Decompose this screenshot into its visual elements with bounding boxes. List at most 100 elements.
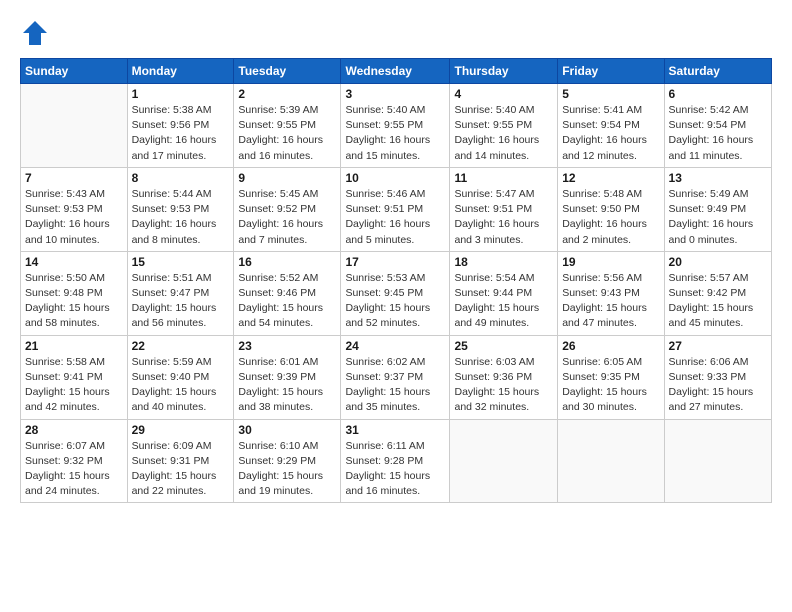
day-number: 6 <box>669 87 767 101</box>
day-number: 23 <box>238 339 336 353</box>
day-number: 1 <box>132 87 230 101</box>
calendar-cell: 30 Sunrise: 6:10 AM Sunset: 9:29 PM Dayli… <box>234 419 341 503</box>
day-info: Sunrise: 6:02 AM Sunset: 9:37 PM Dayligh… <box>345 355 445 416</box>
week-row-5: 28 Sunrise: 6:07 AM Sunset: 9:32 PM Dayli… <box>21 419 772 503</box>
week-row-3: 14Sunrise: 5:50 AM Sunset: 9:48 PM Dayli… <box>21 251 772 335</box>
day-number: 2 <box>238 87 336 101</box>
day-number: 18 <box>454 255 553 269</box>
day-number: 8 <box>132 171 230 185</box>
calendar-cell: 28 Sunrise: 6:07 AM Sunset: 9:32 PM Dayli… <box>21 419 128 503</box>
calendar-cell: 5 Sunrise: 5:41 AM Sunset: 9:54 PM Daylig… <box>558 84 664 168</box>
day-info: Sunrise: 5:44 AM Sunset: 9:53 PM Dayligh… <box>132 187 230 248</box>
weekday-header-thursday: Thursday <box>450 59 558 84</box>
day-number: 26 <box>562 339 659 353</box>
calendar-cell: 27Sunrise: 6:06 AM Sunset: 9:33 PM Dayli… <box>664 335 771 419</box>
calendar-cell: 3 Sunrise: 5:40 AM Sunset: 9:55 PM Daylig… <box>341 84 450 168</box>
calendar-cell <box>450 419 558 503</box>
calendar-cell: 9 Sunrise: 5:45 AM Sunset: 9:52 PM Daylig… <box>234 167 341 251</box>
day-number: 25 <box>454 339 553 353</box>
day-info: Sunrise: 5:43 AM Sunset: 9:53 PM Dayligh… <box>25 187 123 248</box>
day-number: 5 <box>562 87 659 101</box>
day-number: 9 <box>238 171 336 185</box>
day-info: Sunrise: 5:38 AM Sunset: 9:56 PM Dayligh… <box>132 103 230 164</box>
day-info: Sunrise: 5:41 AM Sunset: 9:54 PM Dayligh… <box>562 103 659 164</box>
day-info: Sunrise: 5:47 AM Sunset: 9:51 PM Dayligh… <box>454 187 553 248</box>
calendar-cell: 21Sunrise: 5:58 AM Sunset: 9:41 PM Dayli… <box>21 335 128 419</box>
day-number: 20 <box>669 255 767 269</box>
calendar-cell: 16 Sunrise: 5:52 AM Sunset: 9:46 PM Dayli… <box>234 251 341 335</box>
day-number: 11 <box>454 171 553 185</box>
day-info: Sunrise: 5:50 AM Sunset: 9:48 PM Dayligh… <box>25 271 123 332</box>
calendar-cell: 19 Sunrise: 5:56 AM Sunset: 9:43 PM Dayli… <box>558 251 664 335</box>
day-info: Sunrise: 5:45 AM Sunset: 9:52 PM Dayligh… <box>238 187 336 248</box>
day-number: 28 <box>25 423 123 437</box>
week-row-1: 1 Sunrise: 5:38 AM Sunset: 9:56 PM Daylig… <box>21 84 772 168</box>
logo-icon <box>20 18 50 48</box>
day-number: 15 <box>132 255 230 269</box>
day-number: 12 <box>562 171 659 185</box>
day-info: Sunrise: 5:53 AM Sunset: 9:45 PM Dayligh… <box>345 271 445 332</box>
calendar-cell: 23Sunrise: 6:01 AM Sunset: 9:39 PM Dayli… <box>234 335 341 419</box>
day-number: 16 <box>238 255 336 269</box>
day-info: Sunrise: 6:03 AM Sunset: 9:36 PM Dayligh… <box>454 355 553 416</box>
calendar-cell: 17 Sunrise: 5:53 AM Sunset: 9:45 PM Dayli… <box>341 251 450 335</box>
day-number: 17 <box>345 255 445 269</box>
calendar-cell: 20 Sunrise: 5:57 AM Sunset: 9:42 PM Dayli… <box>664 251 771 335</box>
day-number: 4 <box>454 87 553 101</box>
day-info: Sunrise: 5:48 AM Sunset: 9:50 PM Dayligh… <box>562 187 659 248</box>
day-info: Sunrise: 5:49 AM Sunset: 9:49 PM Dayligh… <box>669 187 767 248</box>
calendar-cell: 8 Sunrise: 5:44 AM Sunset: 9:53 PM Daylig… <box>127 167 234 251</box>
day-number: 7 <box>25 171 123 185</box>
page: SundayMondayTuesdayWednesdayThursdayFrid… <box>0 0 792 612</box>
day-info: Sunrise: 5:56 AM Sunset: 9:43 PM Dayligh… <box>562 271 659 332</box>
day-info: Sunrise: 5:40 AM Sunset: 9:55 PM Dayligh… <box>345 103 445 164</box>
day-number: 19 <box>562 255 659 269</box>
day-info: Sunrise: 5:42 AM Sunset: 9:54 PM Dayligh… <box>669 103 767 164</box>
calendar-cell: 29Sunrise: 6:09 AM Sunset: 9:31 PM Dayli… <box>127 419 234 503</box>
calendar-cell: 2 Sunrise: 5:39 AM Sunset: 9:55 PM Daylig… <box>234 84 341 168</box>
logo <box>20 18 56 48</box>
calendar-cell <box>21 84 128 168</box>
calendar-cell: 26 Sunrise: 6:05 AM Sunset: 9:35 PM Dayli… <box>558 335 664 419</box>
day-info: Sunrise: 5:39 AM Sunset: 9:55 PM Dayligh… <box>238 103 336 164</box>
calendar-cell: 4 Sunrise: 5:40 AM Sunset: 9:55 PM Daylig… <box>450 84 558 168</box>
day-info: Sunrise: 6:07 AM Sunset: 9:32 PM Dayligh… <box>25 439 123 500</box>
day-number: 27 <box>669 339 767 353</box>
calendar-cell: 15Sunrise: 5:51 AM Sunset: 9:47 PM Dayli… <box>127 251 234 335</box>
week-row-2: 7 Sunrise: 5:43 AM Sunset: 9:53 PM Daylig… <box>21 167 772 251</box>
day-info: Sunrise: 6:05 AM Sunset: 9:35 PM Dayligh… <box>562 355 659 416</box>
weekday-header-friday: Friday <box>558 59 664 84</box>
weekday-header-sunday: Sunday <box>21 59 128 84</box>
day-info: Sunrise: 5:57 AM Sunset: 9:42 PM Dayligh… <box>669 271 767 332</box>
calendar-cell: 13 Sunrise: 5:49 AM Sunset: 9:49 PM Dayli… <box>664 167 771 251</box>
day-number: 22 <box>132 339 230 353</box>
day-number: 13 <box>669 171 767 185</box>
calendar-cell: 14Sunrise: 5:50 AM Sunset: 9:48 PM Dayli… <box>21 251 128 335</box>
calendar-cell: 24Sunrise: 6:02 AM Sunset: 9:37 PM Dayli… <box>341 335 450 419</box>
calendar-cell: 11 Sunrise: 5:47 AM Sunset: 9:51 PM Dayli… <box>450 167 558 251</box>
day-info: Sunrise: 6:11 AM Sunset: 9:28 PM Dayligh… <box>345 439 445 500</box>
day-info: Sunrise: 5:58 AM Sunset: 9:41 PM Dayligh… <box>25 355 123 416</box>
day-info: Sunrise: 6:10 AM Sunset: 9:29 PM Dayligh… <box>238 439 336 500</box>
weekday-header-row: SundayMondayTuesdayWednesdayThursdayFrid… <box>21 59 772 84</box>
calendar-cell: 12 Sunrise: 5:48 AM Sunset: 9:50 PM Dayli… <box>558 167 664 251</box>
day-number: 30 <box>238 423 336 437</box>
calendar-cell <box>558 419 664 503</box>
day-number: 3 <box>345 87 445 101</box>
calendar: SundayMondayTuesdayWednesdayThursdayFrid… <box>20 58 772 503</box>
day-number: 31 <box>345 423 445 437</box>
weekday-header-monday: Monday <box>127 59 234 84</box>
day-info: Sunrise: 5:52 AM Sunset: 9:46 PM Dayligh… <box>238 271 336 332</box>
day-info: Sunrise: 5:54 AM Sunset: 9:44 PM Dayligh… <box>454 271 553 332</box>
calendar-cell: 10 Sunrise: 5:46 AM Sunset: 9:51 PM Dayli… <box>341 167 450 251</box>
day-info: Sunrise: 5:40 AM Sunset: 9:55 PM Dayligh… <box>454 103 553 164</box>
day-number: 29 <box>132 423 230 437</box>
day-number: 10 <box>345 171 445 185</box>
calendar-cell: 18 Sunrise: 5:54 AM Sunset: 9:44 PM Dayli… <box>450 251 558 335</box>
calendar-cell: 25 Sunrise: 6:03 AM Sunset: 9:36 PM Dayli… <box>450 335 558 419</box>
header <box>20 18 772 48</box>
weekday-header-tuesday: Tuesday <box>234 59 341 84</box>
calendar-cell: 1 Sunrise: 5:38 AM Sunset: 9:56 PM Daylig… <box>127 84 234 168</box>
calendar-cell: 22Sunrise: 5:59 AM Sunset: 9:40 PM Dayli… <box>127 335 234 419</box>
day-info: Sunrise: 5:46 AM Sunset: 9:51 PM Dayligh… <box>345 187 445 248</box>
